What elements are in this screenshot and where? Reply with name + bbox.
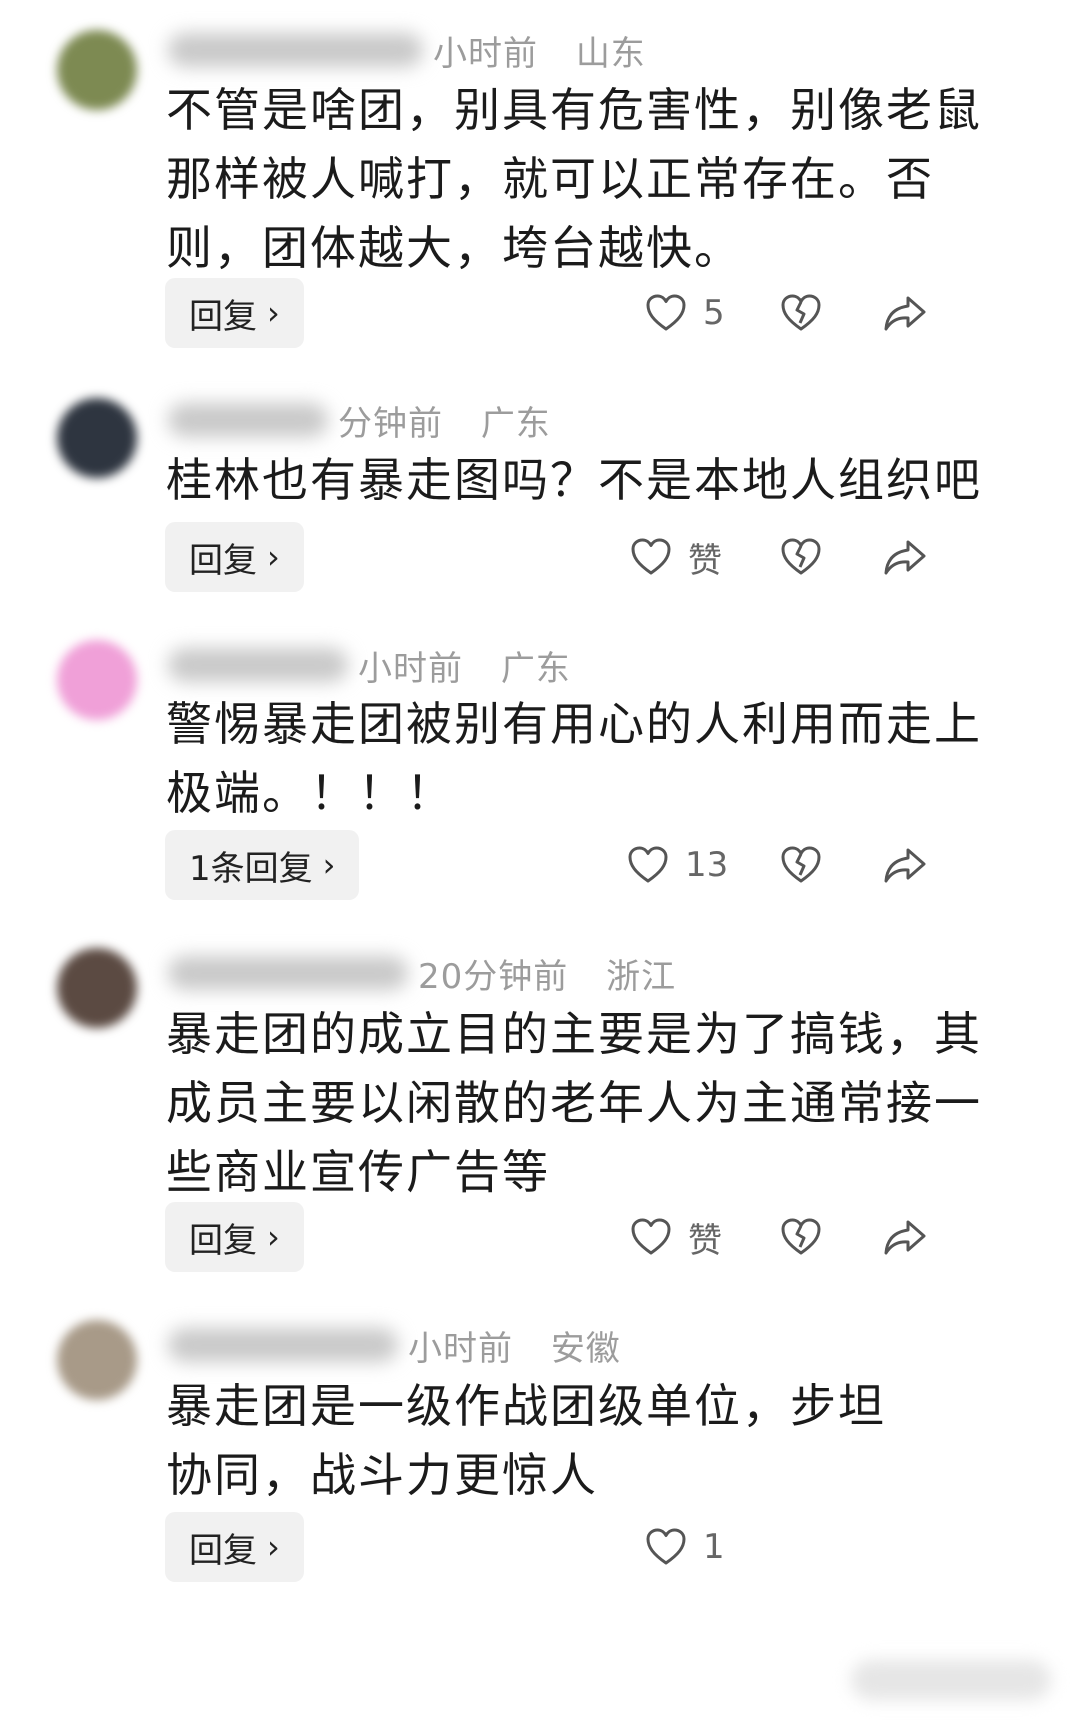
share-button[interactable] <box>883 278 927 348</box>
share-button[interactable] <box>883 522 927 592</box>
broken-heart-icon <box>781 538 821 575</box>
avatar[interactable] <box>57 30 137 110</box>
reply-button[interactable]: 回复 › <box>165 522 304 592</box>
reply-label: 回复 <box>189 1220 257 1261</box>
like-button[interactable]: 5 <box>645 278 725 348</box>
heart-outline-icon <box>631 538 671 575</box>
broken-heart-icon <box>781 294 821 331</box>
heart-outline-icon <box>646 294 686 331</box>
avatar[interactable] <box>57 398 137 478</box>
like-count: 赞 <box>688 1220 722 1261</box>
reply-label: 回复 <box>189 540 257 581</box>
comment-location: 广东 <box>480 403 551 444</box>
chevron-right-icon: › <box>267 1218 280 1256</box>
comment-time: 小时前 <box>433 33 538 74</box>
username-blurred[interactable] <box>168 1328 398 1362</box>
share-arrow-icon <box>884 1220 926 1255</box>
broken-heart-icon <box>781 1218 821 1255</box>
comment-location: 浙江 <box>606 956 677 997</box>
like-count: 1 <box>703 1527 725 1567</box>
like-count: 13 <box>685 845 729 885</box>
comment-time: 小时前 <box>408 1328 513 1369</box>
share-button[interactable] <box>883 830 927 900</box>
reply-button[interactable]: 1条回复 › <box>165 830 360 900</box>
like-count: 赞 <box>688 540 722 581</box>
username-blurred[interactable] <box>168 33 423 67</box>
dislike-button[interactable] <box>780 522 822 592</box>
avatar[interactable] <box>57 948 137 1028</box>
comment-location: 山东 <box>575 33 646 74</box>
broken-heart-icon <box>781 846 821 883</box>
heart-outline-icon <box>631 1218 671 1255</box>
comment-text: 暴走团的成立目的主要是为了搞钱，其成员主要以闲散的老年人为主通常接一些商业宣传广… <box>166 1007 982 1199</box>
avatar[interactable] <box>57 1320 137 1400</box>
share-arrow-icon <box>884 540 926 575</box>
share-arrow-icon <box>884 848 926 883</box>
heart-outline-icon <box>646 1528 686 1565</box>
chevron-right-icon: › <box>267 538 280 576</box>
comment-location: 安徽 <box>550 1328 621 1369</box>
dislike-button[interactable] <box>780 278 822 348</box>
comment-time: 小时前 <box>358 648 463 689</box>
like-count: 5 <box>703 293 725 333</box>
share-button[interactable] <box>883 1202 927 1272</box>
dislike-button[interactable] <box>780 1202 822 1272</box>
comment-text: 不管是啥团，别具有危害性，别像老鼠那样被人喊打，就可以正常存在。否则，团体越大，… <box>166 83 982 275</box>
comment-meta: 小时前 安徽 <box>168 1321 621 1369</box>
username-blurred[interactable] <box>168 648 348 682</box>
watermark-blurred <box>851 1660 1051 1700</box>
reply-label: 回复 <box>189 1530 257 1571</box>
comment-text: 桂林也有暴走图吗？不是本地人组织吧 <box>166 453 982 507</box>
comment-time: 20分钟前 <box>418 956 569 997</box>
username-blurred[interactable] <box>168 956 408 990</box>
reply-button[interactable]: 回复 › <box>165 1202 304 1272</box>
like-button[interactable]: 赞 <box>630 1202 722 1272</box>
comment-text: 暴走团是一级作战团级单位，步坦协同，战斗力更惊人 <box>166 1379 886 1502</box>
comment-time: 分钟前 <box>338 403 443 444</box>
comment-meta: 小时前 广东 <box>168 641 571 689</box>
comment-text: 警惕暴走团被别有用心的人利用而走上极端。！！！ <box>166 697 982 820</box>
chevron-right-icon: › <box>267 1528 280 1566</box>
reply-label: 1条回复 <box>189 848 313 889</box>
share-arrow-icon <box>884 296 926 331</box>
reply-button[interactable]: 回复 › <box>165 278 304 348</box>
like-button[interactable]: 1 <box>645 1512 725 1582</box>
chevron-right-icon: › <box>322 846 336 884</box>
reply-button[interactable]: 回复 › <box>165 1512 304 1582</box>
comment-meta: 20分钟前 浙江 <box>168 949 676 997</box>
comment-meta: 分钟前 广东 <box>168 396 551 444</box>
dislike-button[interactable] <box>780 830 822 900</box>
reply-label: 回复 <box>189 296 257 337</box>
comment-location: 广东 <box>500 648 571 689</box>
like-button[interactable]: 13 <box>627 830 728 900</box>
username-blurred[interactable] <box>168 403 328 437</box>
like-button[interactable]: 赞 <box>630 522 722 592</box>
chevron-right-icon: › <box>267 294 280 332</box>
avatar[interactable] <box>57 640 137 720</box>
comment-meta: 小时前 山东 <box>168 26 646 74</box>
heart-outline-icon <box>628 846 668 883</box>
